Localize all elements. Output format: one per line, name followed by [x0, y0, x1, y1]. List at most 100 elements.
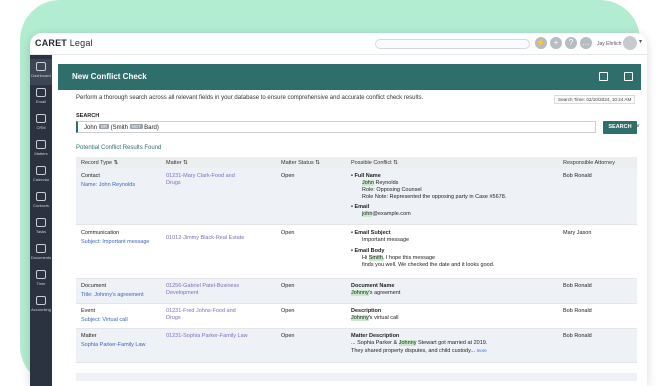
- query-term: John: [84, 125, 98, 131]
- responsible-attorney: Bob Ronald: [563, 333, 592, 339]
- help-icon[interactable]: ?: [565, 37, 577, 49]
- search-query: John OR (Smith NOT Bard): [84, 124, 159, 131]
- global-search-input[interactable]: [375, 39, 530, 49]
- crm-icon: [36, 114, 46, 123]
- matter-link[interactable]: 01256-Gabriel Patel-Business Development: [166, 283, 250, 297]
- record-link[interactable]: Subject: Important message: [81, 239, 149, 246]
- matter-status: Open: [281, 308, 295, 314]
- results-table: Record Type ⇅ Matter ⇅ Matter Status ⇅ P…: [76, 157, 637, 363]
- matter-link[interactable]: 01231-Mary Clark-Food and Drugs: [166, 173, 250, 187]
- matter-link[interactable]: 01231-Sophia Parker-Family Law: [166, 333, 250, 340]
- match-highlight: Smith: [368, 255, 383, 261]
- table-row[interactable]: Matter Sophia Parker-Family Law 01231-Sop…: [76, 329, 637, 363]
- conflict-text: Role Note: Represented the opposing part…: [362, 194, 507, 200]
- sidebar-item-contacts[interactable]: Contacts: [30, 189, 52, 215]
- matter-link[interactable]: 01012-Jimmy Black-Real Estate: [166, 235, 250, 242]
- calendar-icon: [36, 166, 46, 175]
- record-link[interactable]: Sophia Parker-Family Law: [81, 342, 146, 349]
- sidebar-item-label: Calendar: [32, 177, 50, 182]
- match-highlight: Johnny: [351, 315, 369, 321]
- responsible-attorney: Bob Ronald: [563, 308, 592, 314]
- column-header-record-type[interactable]: Record Type ⇅: [81, 160, 118, 166]
- table-row[interactable]: Contact Name: John Reynolds 01231-Mary Cl…: [76, 168, 637, 225]
- conflict-value: john@example.com: [351, 211, 551, 218]
- sidebar-item-crm[interactable]: CRM: [30, 111, 52, 137]
- conflict-text: finds you well. We checked the date and …: [362, 262, 495, 268]
- export-icon[interactable]: [624, 72, 633, 81]
- column-header-matter-status[interactable]: Matter Status ⇅: [281, 160, 320, 166]
- conflict-text: Stewart got married at 2019.: [416, 340, 488, 346]
- column-header-matter[interactable]: Matter ⇅: [166, 160, 188, 166]
- sidebar-item-matters[interactable]: Matters: [30, 137, 52, 163]
- time-icon: [36, 270, 46, 279]
- search-button[interactable]: SEARCH: [603, 121, 637, 134]
- record-type: Event Subject: Virtual call: [81, 308, 128, 324]
- conflict-text: @example.com: [372, 211, 411, 217]
- plus-icon[interactable]: +: [550, 37, 562, 49]
- conflict-value: They shared property disputes, and child…: [351, 347, 551, 355]
- user-name[interactable]: Jay Ehrlich: [597, 41, 621, 47]
- sidebar-item-dashboard[interactable]: Dashboard: [30, 59, 52, 85]
- record-link[interactable]: Subject: Virtual call: [81, 317, 128, 324]
- table-row[interactable]: Document Title: Johnny's agreement 01256-…: [76, 279, 637, 304]
- bolt-icon[interactable]: ⚡: [535, 37, 547, 49]
- results-title: Potential Conflict Results Found: [76, 145, 162, 151]
- possible-conflict: Email Subject Important message Email Bo…: [351, 230, 551, 269]
- conflict-field: Email: [351, 204, 551, 211]
- possible-conflict: Full Name John Reynolds Role: Opposing C…: [351, 173, 551, 218]
- matter-link[interactable]: 01231-Fred Johns-Food and Drugs: [166, 308, 250, 322]
- responsible-attorney: Bob Ronald: [563, 283, 592, 289]
- record-type-label: Document: [81, 283, 107, 289]
- conflict-text: Important message: [362, 237, 410, 243]
- record-link[interactable]: Title: Johnny's agreement: [81, 292, 144, 299]
- column-header-attorney[interactable]: Responsible Attorney: [563, 160, 615, 166]
- sidebar-item-label: Dashboard: [31, 73, 51, 78]
- query-operator: NOT: [129, 124, 143, 129]
- column-header-possible-conflict[interactable]: Possible Conflict ⇅: [351, 160, 398, 166]
- query-operator: OR: [98, 124, 109, 129]
- tasks-icon: [36, 218, 46, 227]
- match-highlight: Johnny: [398, 340, 417, 346]
- conflict-text: Hi: [362, 255, 369, 261]
- table-header: Record Type ⇅ Matter ⇅ Matter Status ⇅ P…: [76, 157, 637, 168]
- avatar[interactable]: [623, 36, 637, 50]
- sidebar-item-label: Time: [36, 281, 46, 286]
- logo[interactable]: CARET Legal: [35, 38, 93, 48]
- record-type-label: Event: [81, 308, 96, 314]
- email-icon: [36, 88, 46, 97]
- sidebar-item-tasks[interactable]: Tasks: [30, 215, 52, 241]
- possible-conflict: Document Name Johnny's agreement: [351, 283, 551, 297]
- more-link[interactable]: more: [477, 348, 487, 353]
- chevron-down-icon[interactable]: ▾: [639, 38, 642, 45]
- responsible-attorney: Bob Ronald: [563, 173, 592, 179]
- column-header-label: Possible Conflict: [351, 160, 392, 166]
- chat-icon[interactable]: …: [580, 37, 592, 49]
- sidebar-item-documents[interactable]: Documents: [30, 241, 52, 267]
- print-icon[interactable]: [599, 72, 608, 81]
- table-row[interactable]: Event Subject: Virtual call 01231-Fred Jo…: [76, 304, 637, 329]
- possible-conflict: Description Johnny's virtual call: [351, 308, 551, 322]
- conflict-field: Email Body: [351, 248, 551, 255]
- conflict-text: They shared property disputes, and child…: [351, 348, 476, 354]
- record-link[interactable]: Name: John Reynolds: [81, 182, 135, 189]
- record-type-label: Contact: [81, 173, 100, 179]
- column-header-label: Matter Status: [281, 160, 314, 166]
- conflict-field: Matter Description: [351, 333, 400, 339]
- match-highlight: John: [362, 180, 374, 186]
- sidebar-item-accounting[interactable]: Accounting: [30, 293, 52, 319]
- conflict-text: ... Sophia Parker &: [351, 340, 399, 346]
- conflict-text: 's agreement: [368, 290, 401, 296]
- conflict-field: Email Subject: [351, 230, 391, 236]
- matter-status: Open: [281, 173, 295, 179]
- column-header-label: Matter: [166, 160, 182, 166]
- sidebar-item-label: Email: [35, 99, 46, 104]
- table-row[interactable]: Communication Subject: Important message …: [76, 225, 637, 279]
- sidebar-item-calendar[interactable]: Calendar: [30, 163, 52, 189]
- sidebar-item-label: CRM: [36, 125, 46, 130]
- search-input[interactable]: John OR (Smith NOT Bard) ▼˅: [76, 121, 640, 133]
- matter-status: Open: [281, 333, 295, 339]
- sidebar-item-email[interactable]: Email: [30, 85, 52, 111]
- table-footer: [76, 373, 637, 381]
- sidebar-item-label: Tasks: [35, 229, 47, 234]
- sidebar-item-time[interactable]: Time: [30, 267, 52, 293]
